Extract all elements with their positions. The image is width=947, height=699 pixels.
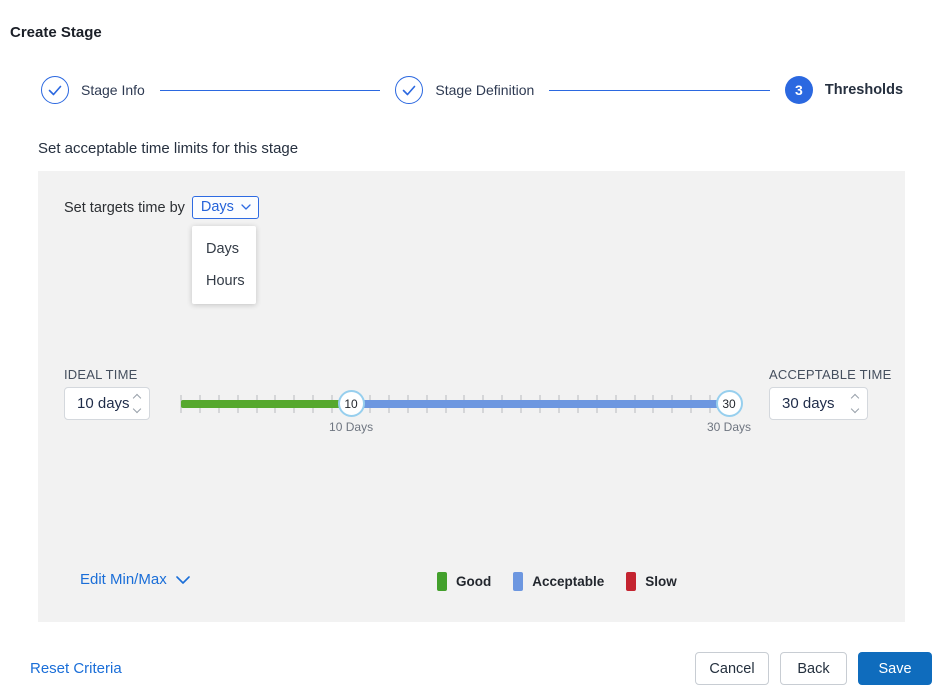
slider-label-acceptable: 30 Days — [706, 420, 752, 434]
back-button[interactable]: Back — [780, 652, 847, 685]
step-stage-info[interactable]: Stage Info — [41, 76, 145, 104]
menu-item-days[interactable]: Days — [192, 233, 256, 265]
acceptable-time-value: 30 days — [782, 395, 835, 412]
stepper: Stage Info Stage Definition 3 Thresholds — [41, 76, 903, 104]
section-heading: Set acceptable time limits for this stag… — [38, 140, 299, 157]
legend: Good Acceptable Slow — [437, 572, 677, 591]
stepper-up-icon[interactable] — [132, 393, 142, 403]
step-complete-icon — [395, 76, 424, 104]
slider-label-ideal: 10 Days — [329, 420, 374, 434]
slow-swatch — [626, 572, 637, 591]
ideal-time-label: IDEAL TIME — [64, 367, 138, 382]
chevron-down-icon — [241, 204, 251, 210]
ideal-time-stepper[interactable] — [132, 393, 142, 414]
acceptable-swatch — [513, 572, 524, 591]
step-complete-icon — [41, 76, 69, 104]
stepper-connector — [159, 89, 381, 91]
footer-buttons: Cancel Back Save — [695, 652, 932, 685]
time-unit-selected: Days — [200, 199, 234, 215]
slider-handle-ideal[interactable]: 10 — [337, 390, 365, 417]
step-number-badge: 3 — [784, 76, 813, 104]
reset-criteria-link[interactable]: Reset Criteria — [30, 660, 122, 677]
legend-item-acceptable: Acceptable — [513, 572, 604, 591]
legend-label: Good — [456, 574, 492, 589]
legend-item-good: Good — [437, 572, 491, 591]
stepper-up-icon[interactable] — [850, 393, 860, 403]
legend-label: Acceptable — [532, 574, 605, 589]
step-label: Stage Definition — [435, 82, 535, 98]
ideal-time-input[interactable]: 10 days — [64, 387, 150, 420]
step-stage-definition[interactable]: Stage Definition — [395, 76, 534, 104]
slider-handle-acceptable[interactable]: 30 — [715, 390, 743, 417]
step-label: Thresholds — [824, 82, 904, 98]
thresholds-panel: Set targets time by Days Days Hours IDEA… — [38, 171, 905, 622]
stepper-connector — [549, 89, 770, 91]
legend-label: Slow — [645, 574, 677, 589]
threshold-slider: 10 30 10 Days 30 Days — [180, 390, 751, 434]
time-unit-dropdown[interactable]: Days — [191, 196, 259, 219]
cancel-button[interactable]: Cancel — [695, 652, 769, 685]
legend-item-slow: Slow — [626, 572, 677, 591]
chevron-down-icon — [175, 575, 190, 584]
step-thresholds[interactable]: 3 Thresholds — [784, 76, 904, 104]
acceptable-time-stepper[interactable] — [850, 393, 860, 414]
slider-good-segment — [181, 400, 352, 408]
edit-minmax-label: Edit Min/Max — [80, 571, 167, 588]
menu-item-hours[interactable]: Hours — [192, 265, 256, 297]
time-unit-menu: Days Hours — [192, 226, 256, 304]
edit-minmax-link[interactable]: Edit Min/Max — [80, 571, 190, 588]
slider-acceptable-segment — [351, 400, 729, 408]
stepper-down-icon[interactable] — [132, 404, 142, 414]
acceptable-time-label: ACCEPTABLE TIME — [769, 367, 892, 382]
page-title: Create Stage — [10, 24, 102, 41]
targets-label: Set targets time by — [64, 199, 185, 216]
good-swatch — [437, 572, 447, 591]
targets-row: Set targets time by Days — [64, 196, 259, 219]
stepper-down-icon[interactable] — [850, 404, 860, 414]
acceptable-time-input[interactable]: 30 days — [769, 387, 868, 420]
step-label: Stage Info — [81, 82, 145, 98]
save-button[interactable]: Save — [858, 652, 932, 685]
ideal-time-value: 10 days — [77, 395, 130, 412]
